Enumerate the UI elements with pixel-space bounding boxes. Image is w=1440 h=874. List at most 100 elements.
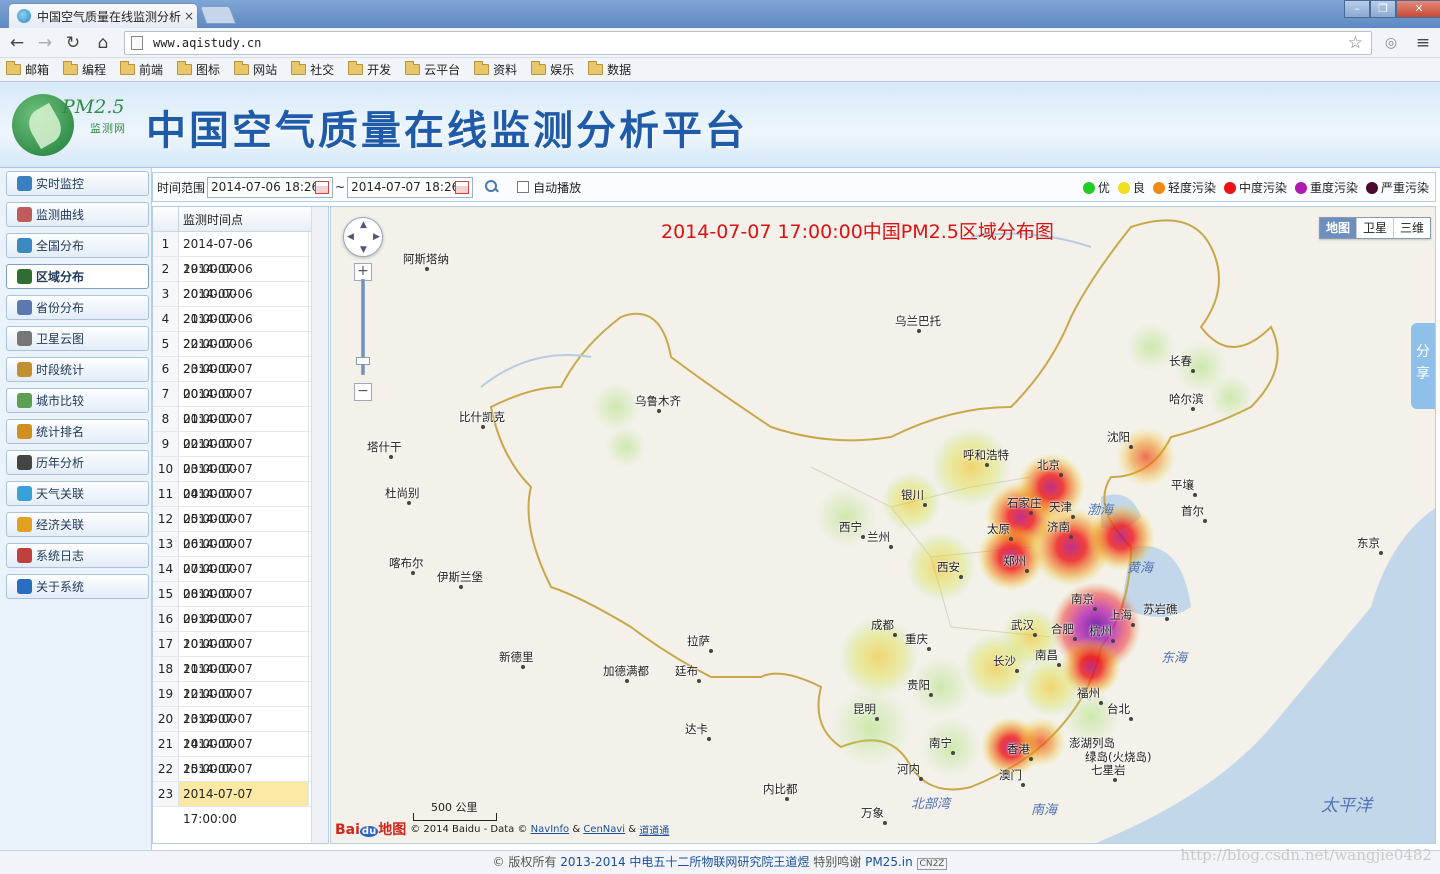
- time-list-row[interactable]: 14 2014-07-07 08:00:00: [153, 557, 328, 601]
- map-type-map-button[interactable]: 地图: [1319, 218, 1356, 238]
- time-list-row[interactable]: 6 2014-07-07 00:00:00: [153, 357, 328, 401]
- bookmark-star-icon[interactable]: ☆: [1348, 33, 1363, 53]
- reload-icon[interactable]: ↻: [62, 32, 84, 54]
- time-list-row[interactable]: 5 2014-07-06 23:00:00: [153, 332, 328, 376]
- time-list-row[interactable]: 17 2014-07-07 11:00:00: [153, 632, 328, 676]
- zoom-slider-handle[interactable]: [356, 357, 370, 365]
- calendar-icon[interactable]: [455, 180, 470, 194]
- time-list-row[interactable]: 2 2014-07-06 20:00:00: [153, 257, 328, 301]
- search-icon[interactable]: [485, 180, 499, 194]
- time-list-row[interactable]: 8 2014-07-07 02:00:00: [153, 407, 328, 451]
- time-list-row[interactable]: 23 2014-07-07 17:00:00: [153, 782, 328, 826]
- bookmark-folder[interactable]: 图标: [177, 61, 220, 78]
- bookmark-folder[interactable]: 前端: [120, 61, 163, 78]
- tab-close-icon[interactable]: ×: [181, 9, 197, 23]
- watermark-text: http://blog.csdn.net/wangjie0482: [1180, 846, 1432, 864]
- start-date-input[interactable]: 2014-07-06 18:26: [207, 176, 334, 198]
- end-date-input[interactable]: 2014-07-07 18:26: [347, 176, 474, 198]
- bookmark-folder[interactable]: 资料: [474, 61, 517, 78]
- pm25-map[interactable]: 2014-07-07 17:00:00中国PM2.5区域分布图 地图 卫星 三维…: [330, 206, 1436, 844]
- time-list-row[interactable]: 3 2014-07-06 21:00:00: [153, 282, 328, 326]
- sidebar-item[interactable]: 系统日志: [6, 543, 149, 568]
- extension-icon[interactable]: ◎: [1380, 32, 1402, 54]
- footer-pm25-link[interactable]: PM25.in: [865, 855, 913, 869]
- minimize-button[interactable]: –: [1344, 0, 1370, 18]
- sidebar-item[interactable]: 统计排名: [6, 419, 149, 444]
- time-list-row[interactable]: 222014-07-07 16:00:00: [153, 757, 328, 801]
- time-list-row[interactable]: 21 2014-07-07 15:00:00: [153, 732, 328, 776]
- autoplay-checkbox[interactable]: [517, 181, 530, 193]
- cennavi-link[interactable]: CenNavi: [583, 824, 625, 835]
- sidebar-item[interactable]: 城市比较: [6, 388, 149, 413]
- map-city-marker: [1093, 607, 1097, 611]
- time-list-row[interactable]: 11 2014-07-07 05:00:00: [153, 482, 328, 526]
- time-list-row[interactable]: 7 2014-07-07 01:00:00: [153, 382, 328, 426]
- folder-icon: [63, 61, 79, 75]
- pan-down-icon: ▼: [360, 245, 367, 255]
- sidebar-item[interactable]: 历年分析: [6, 450, 149, 475]
- bookmark-folder[interactable]: 云平台: [405, 61, 460, 78]
- time-list-row[interactable]: 15 2014-07-07 09:00:00: [153, 582, 328, 626]
- map-city-marker: [1057, 663, 1061, 667]
- sidebar-item[interactable]: 关于系统: [6, 574, 149, 599]
- daodaotong-link[interactable]: 道道通: [639, 822, 669, 837]
- sidebar-item[interactable]: 经济关联: [6, 512, 149, 537]
- calendar-icon[interactable]: [315, 180, 330, 194]
- time-list-row[interactable]: 13 2014-07-07 07:00:00: [153, 532, 328, 576]
- time-list-row[interactable]: 19 2014-07-07 13:00:00: [153, 682, 328, 726]
- sidebar-item[interactable]: 监测曲线: [6, 202, 149, 227]
- map-pan-control[interactable]: ▲ ▼ ◀ ▶: [343, 217, 383, 257]
- sidebar-item[interactable]: 天气关联: [6, 481, 149, 506]
- legend-dot-icon: [1117, 181, 1130, 194]
- bookmark-folder[interactable]: 数据: [588, 61, 631, 78]
- bookmark-folder[interactable]: 社交: [291, 61, 334, 78]
- baidu-map-logo[interactable]: Bai du 地图: [335, 819, 406, 839]
- back-arrow-icon[interactable]: ←: [6, 32, 28, 54]
- map-type-satellite-button[interactable]: 卫星: [1355, 218, 1393, 238]
- time-list-row[interactable]: 12 2014-07-07 06:00:00: [153, 507, 328, 551]
- restore-button[interactable]: ❐: [1370, 0, 1396, 18]
- map-city-label: 比什凯克: [459, 410, 505, 424]
- sidebar-item[interactable]: 省份分布: [6, 295, 149, 320]
- bookmark-folder[interactable]: 编程: [63, 61, 106, 78]
- sidebar-item[interactable]: 卫星云图: [6, 326, 149, 351]
- time-list-row[interactable]: 20 2014-07-07 14:00:00: [153, 707, 328, 751]
- bookmark-folder[interactable]: 开发: [348, 61, 391, 78]
- time-list-scrollbar[interactable]: [311, 207, 328, 843]
- forward-arrow-icon[interactable]: →: [34, 32, 56, 54]
- home-icon[interactable]: ⌂: [92, 32, 114, 54]
- folder-icon: [348, 61, 364, 75]
- log-icon: [17, 548, 32, 563]
- new-tab-button[interactable]: [199, 6, 237, 24]
- map-city-marker: [1021, 783, 1025, 787]
- menu-icon[interactable]: ≡: [1412, 32, 1434, 54]
- map-sea-label: 黄海: [1127, 561, 1154, 576]
- map-type-3d-button[interactable]: 三维: [1392, 218, 1430, 238]
- time-list-row[interactable]: 10 2014-07-07 04:00:00: [153, 457, 328, 501]
- map-city-marker: [1113, 778, 1117, 782]
- time-list-row[interactable]: 16 2014-07-07 10:00:00: [153, 607, 328, 651]
- time-list-row[interactable]: 9 2014-07-07 03:00:00: [153, 432, 328, 476]
- time-list-row[interactable]: 4 2014-07-06 22:00:00: [153, 307, 328, 351]
- footer-thanks: 特别鸣谢: [813, 855, 862, 869]
- map-city-marker: [389, 455, 393, 459]
- browser-tab[interactable]: 中国空气质量在线监测分析 ×: [8, 3, 198, 28]
- share-button[interactable]: 分享: [1411, 323, 1435, 409]
- zoom-out-button[interactable]: −: [354, 383, 372, 401]
- bookmark-folder[interactable]: 邮箱: [6, 61, 49, 78]
- bookmark-folder[interactable]: 网站: [234, 61, 277, 78]
- sidebar-item[interactable]: 时段统计: [6, 357, 149, 382]
- bookmark-folder[interactable]: 娱乐: [531, 61, 574, 78]
- time-list-row[interactable]: 18 2014-07-07 12:00:00: [153, 657, 328, 701]
- time-list-row[interactable]: 1 2014-07-06 19:00:00: [153, 232, 328, 276]
- map-city-label: 阿斯塔纳: [403, 252, 449, 266]
- sidebar-item[interactable]: 全国分布: [6, 233, 149, 258]
- map-city-label: 平壤: [1171, 478, 1194, 492]
- map-city-label: 西宁: [839, 520, 862, 534]
- map-city-marker: [927, 647, 931, 651]
- sidebar-item[interactable]: 区域分布: [6, 264, 149, 289]
- close-window-button[interactable]: ✕: [1396, 0, 1440, 18]
- navinfo-link[interactable]: NavInfo: [531, 824, 569, 835]
- address-bar[interactable]: www.aqistudy.cn ☆: [124, 31, 1372, 55]
- sidebar-item[interactable]: 实时监控: [6, 171, 149, 196]
